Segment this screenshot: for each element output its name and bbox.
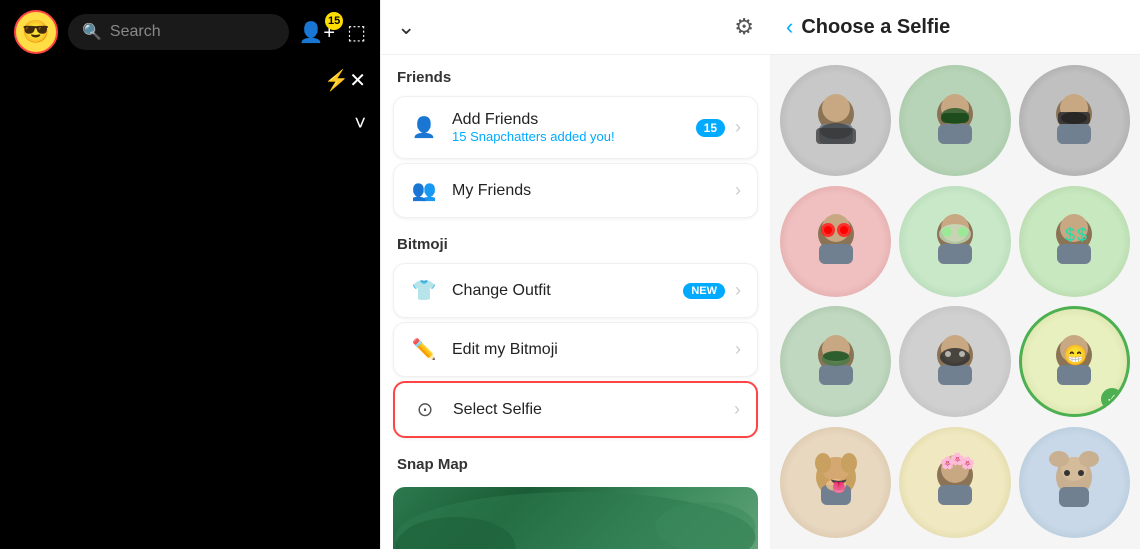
add-friends-badge: 15 [696,119,725,137]
scan-icon: ⬚ [347,22,366,44]
back-button[interactable]: ‹ [786,14,793,40]
search-bar[interactable]: 🔍 Search [68,14,289,50]
right-title: Choose a Selfie [801,16,950,39]
selfie-item[interactable]: $ $ [1019,186,1130,297]
map-overlay [393,487,758,549]
top-icons: 👤+ 15 ⬚ [299,20,367,45]
camera-area [0,140,380,549]
selfie-item[interactable]: 🌸 🌸 🌸 [899,427,1010,538]
search-label: Search [110,23,161,41]
select-selfie-arrow: › [734,399,740,420]
selfie-item-selected[interactable]: 😁 ✓ [1019,306,1130,417]
svg-text:😁: 😁 [1063,344,1088,367]
add-friends-arrow: › [735,117,741,138]
snap-map-preview[interactable] [393,487,758,549]
selfie-item[interactable] [899,306,1010,417]
snap-map-section-label: Snap Map [381,442,770,479]
select-selfie-item[interactable]: ⊙ Select Selfie › [393,381,758,438]
user-avatar[interactable]: 😎 [14,10,58,54]
bitmoji-section-label: Bitmoji [381,222,770,259]
change-outfit-icon: 👕 [410,278,438,303]
selfie-item[interactable] [899,186,1010,297]
chevron-down-icon[interactable]: ˅ [354,113,366,136]
my-friends-item[interactable]: 👥 My Friends › [393,163,758,218]
select-selfie-icon: ⊙ [411,397,439,422]
edit-bitmoji-arrow: › [735,339,741,360]
svg-text:👅: 👅 [830,478,847,494]
edit-bitmoji-title: Edit my Bitmoji [452,341,735,359]
selfie-item[interactable] [899,65,1010,176]
edit-bitmoji-item[interactable]: ✏️ Edit my Bitmoji › [393,322,758,377]
selfie-item[interactable] [780,65,891,176]
selfie-item[interactable]: 👅 [780,427,891,538]
middle-panel: ⌄ ⚙ Friends 👤 Add Friends 15 Snapchatter… [380,0,770,549]
search-icon: 🔍 [82,22,102,42]
my-friends-title: My Friends [452,182,735,200]
svg-text:$: $ [1065,225,1075,245]
right-header: ‹ Choose a Selfie [770,0,1140,55]
friends-section-label: Friends [381,55,770,92]
flash-icon[interactable]: ⚡✕ [324,68,366,93]
change-outfit-arrow: › [735,280,741,301]
settings-button[interactable]: ⚙ [734,14,754,40]
add-friends-item[interactable]: 👤 Add Friends 15 Snapchatters added you!… [393,96,758,159]
change-outfit-item[interactable]: 👕 Change Outfit NEW › [393,263,758,318]
svg-text:$: $ [1077,225,1087,245]
right-panel: ‹ Choose a Selfie [770,0,1140,549]
edit-bitmoji-icon: ✏️ [410,337,438,362]
collapse-button[interactable]: ⌄ [397,14,415,40]
selfie-item[interactable] [1019,65,1130,176]
add-friends-subtitle: 15 Snapchatters added you! [452,129,696,144]
svg-text:🌸: 🌸 [950,452,965,466]
selfie-item[interactable] [1019,427,1130,538]
selfie-item[interactable] [780,186,891,297]
notification-badge: 15 [325,12,343,30]
change-outfit-badge: NEW [683,283,725,299]
left-panel: 😎 🔍 Search 👤+ 15 ⬚ ⚡✕ ˅ [0,0,380,549]
add-friends-title: Add Friends [452,111,696,129]
edit-bitmoji-content: Edit my Bitmoji [452,341,735,359]
add-friend-button[interactable]: 👤+ 15 [299,20,336,45]
side-icons: ⚡✕ ˅ [0,64,380,140]
select-selfie-content: Select Selfie [453,401,734,419]
add-friends-icon: 👤 [410,115,438,140]
top-bar: 😎 🔍 Search 👤+ 15 ⬚ [0,0,380,64]
selfie-grid: $ $ [770,55,1140,549]
my-friends-content: My Friends [452,182,735,200]
middle-header: ⌄ ⚙ [381,0,770,55]
select-selfie-title: Select Selfie [453,401,734,419]
scan-button[interactable]: ⬚ [347,20,366,45]
my-friends-icon: 👥 [410,178,438,203]
change-outfit-title: Change Outfit [452,282,683,300]
my-friends-arrow: › [735,180,741,201]
change-outfit-content: Change Outfit [452,282,683,300]
selfie-item[interactable] [780,306,891,417]
add-friends-content: Add Friends 15 Snapchatters added you! [452,111,696,144]
